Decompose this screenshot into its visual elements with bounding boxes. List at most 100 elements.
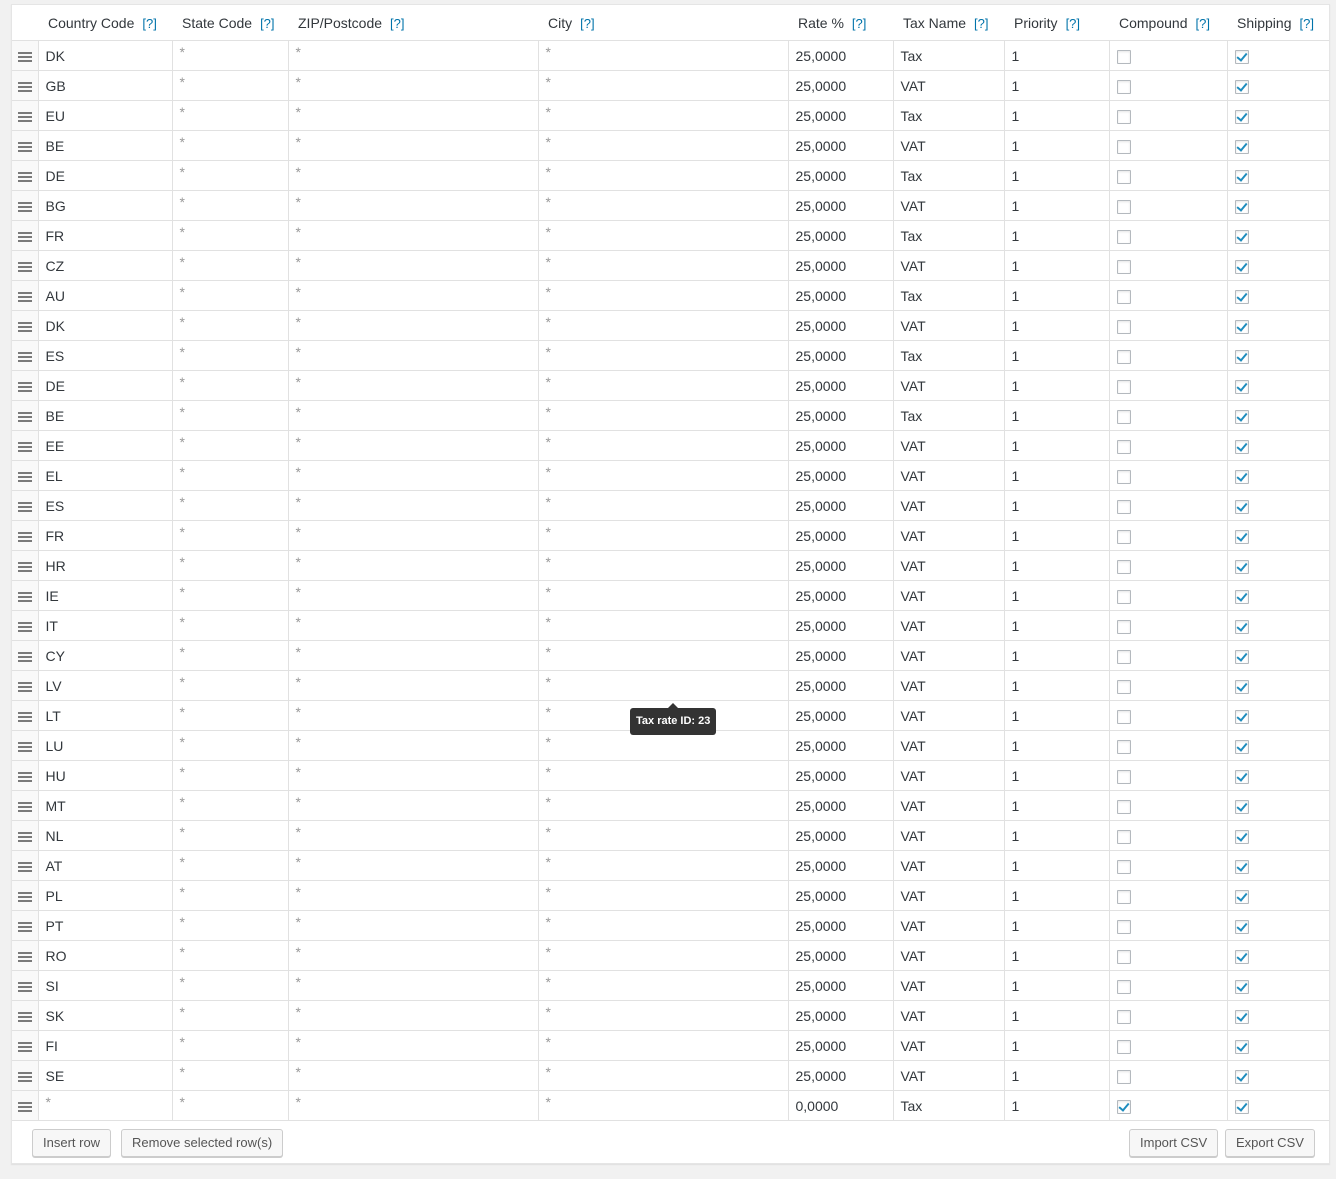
table-row[interactable]: GB * * * 25,0000 VAT 1 [12, 70, 1329, 101]
help-link-state[interactable]: [?] [260, 16, 274, 31]
city-field[interactable]: * [537, 730, 788, 761]
help-link-shipping[interactable]: [?] [1300, 16, 1314, 31]
shipping-checkbox[interactable] [1234, 199, 1249, 214]
country-code-field[interactable]: AU [37, 280, 172, 311]
shipping-checkbox[interactable] [1234, 109, 1249, 124]
shipping-checkbox[interactable] [1234, 529, 1249, 544]
tax-name-field[interactable]: VAT [892, 940, 1004, 971]
compound-checkbox[interactable] [1116, 109, 1131, 124]
rate-field[interactable]: 25,0000 [787, 1060, 893, 1091]
tax-name-field[interactable]: VAT [892, 190, 1004, 221]
tax-name-field[interactable]: VAT [892, 1030, 1004, 1061]
shipping-checkbox[interactable] [1234, 739, 1249, 754]
city-field[interactable]: * [537, 490, 788, 521]
zip-postcode-field[interactable]: * [287, 130, 538, 161]
country-code-field[interactable]: FR [37, 520, 172, 551]
compound-checkbox[interactable] [1116, 439, 1131, 454]
country-code-field[interactable]: LT [37, 700, 172, 731]
country-code-field[interactable]: BE [37, 400, 172, 431]
table-row[interactable]: LV * * * 25,0000 VAT 1 [12, 670, 1329, 701]
shipping-checkbox[interactable] [1234, 829, 1249, 844]
state-code-field[interactable]: * [171, 550, 288, 581]
city-field[interactable]: * [537, 520, 788, 551]
zip-postcode-field[interactable]: * [287, 160, 538, 191]
city-field[interactable]: * [537, 190, 788, 221]
city-field[interactable]: * [537, 970, 788, 1001]
priority-field[interactable]: 1 [1003, 190, 1109, 221]
row-drag-handle[interactable] [12, 460, 38, 491]
zip-postcode-field[interactable]: * [287, 580, 538, 611]
zip-postcode-field[interactable]: * [287, 940, 538, 971]
rate-field[interactable]: 25,0000 [787, 910, 893, 941]
row-drag-handle[interactable] [12, 790, 38, 821]
rate-field[interactable]: 25,0000 [787, 490, 893, 521]
tax-name-field[interactable]: Tax [892, 160, 1004, 191]
priority-field[interactable]: 1 [1003, 850, 1109, 881]
state-code-field[interactable]: * [171, 220, 288, 251]
city-field[interactable]: * [537, 1030, 788, 1061]
state-code-field[interactable]: * [171, 910, 288, 941]
state-code-field[interactable]: * [171, 850, 288, 881]
country-code-field[interactable]: CZ [37, 250, 172, 281]
zip-postcode-field[interactable]: * [287, 790, 538, 821]
shipping-checkbox[interactable] [1234, 439, 1249, 454]
table-row[interactable]: PL * * * 25,0000 VAT 1 [12, 880, 1329, 911]
row-drag-handle[interactable] [12, 700, 38, 731]
priority-field[interactable]: 1 [1003, 40, 1109, 71]
table-row[interactable]: SI * * * 25,0000 VAT 1 [12, 970, 1329, 1001]
compound-checkbox[interactable] [1116, 319, 1131, 334]
state-code-field[interactable]: * [171, 1000, 288, 1031]
rate-field[interactable]: 25,0000 [787, 280, 893, 311]
zip-postcode-field[interactable]: * [287, 970, 538, 1001]
tax-name-field[interactable]: VAT [892, 880, 1004, 911]
rate-field[interactable]: 25,0000 [787, 190, 893, 221]
tax-name-field[interactable]: VAT [892, 790, 1004, 821]
tax-name-field[interactable]: VAT [892, 550, 1004, 581]
shipping-checkbox[interactable] [1234, 139, 1249, 154]
table-row[interactable]: * * * * 0,0000 Tax 1 [12, 1090, 1329, 1121]
priority-field[interactable]: 1 [1003, 790, 1109, 821]
tax-name-field[interactable]: Tax [892, 220, 1004, 251]
rate-field[interactable]: 25,0000 [787, 1030, 893, 1061]
table-row[interactable]: AT * * * 25,0000 VAT 1 [12, 850, 1329, 881]
compound-checkbox[interactable] [1116, 379, 1131, 394]
rate-field[interactable]: 25,0000 [787, 430, 893, 461]
state-code-field[interactable]: * [171, 1090, 288, 1121]
country-code-field[interactable]: ES [37, 490, 172, 521]
country-code-field[interactable]: CY [37, 640, 172, 671]
state-code-field[interactable]: * [171, 940, 288, 971]
city-field[interactable]: * [537, 400, 788, 431]
country-code-field[interactable]: BE [37, 130, 172, 161]
priority-field[interactable]: 1 [1003, 760, 1109, 791]
rate-field[interactable]: 25,0000 [787, 970, 893, 1001]
city-field[interactable]: * [537, 760, 788, 791]
city-field[interactable]: * [537, 40, 788, 71]
city-field[interactable]: * [537, 640, 788, 671]
tax-name-field[interactable]: VAT [892, 490, 1004, 521]
shipping-checkbox[interactable] [1234, 979, 1249, 994]
rate-field[interactable]: 25,0000 [787, 730, 893, 761]
row-drag-handle[interactable] [12, 580, 38, 611]
country-code-field[interactable]: PT [37, 910, 172, 941]
tax-name-field[interactable]: VAT [892, 520, 1004, 551]
import-csv-button[interactable]: Import CSV [1129, 1129, 1219, 1157]
rate-field[interactable]: 25,0000 [787, 130, 893, 161]
rate-field[interactable]: 25,0000 [787, 40, 893, 71]
country-code-field[interactable]: EE [37, 430, 172, 461]
priority-field[interactable]: 1 [1003, 130, 1109, 161]
table-row[interactable]: SE * * * 25,0000 VAT 1 [12, 1060, 1329, 1091]
city-field[interactable]: * [537, 670, 788, 701]
shipping-checkbox[interactable] [1234, 679, 1249, 694]
shipping-checkbox[interactable] [1234, 1009, 1249, 1024]
priority-field[interactable]: 1 [1003, 730, 1109, 761]
compound-checkbox[interactable] [1116, 919, 1131, 934]
rate-field[interactable]: 25,0000 [787, 760, 893, 791]
row-drag-handle[interactable] [12, 760, 38, 791]
compound-checkbox[interactable] [1116, 49, 1131, 64]
zip-postcode-field[interactable]: * [287, 400, 538, 431]
rate-field[interactable]: 25,0000 [787, 1000, 893, 1031]
priority-field[interactable]: 1 [1003, 670, 1109, 701]
row-drag-handle[interactable] [12, 310, 38, 341]
state-code-field[interactable]: * [171, 700, 288, 731]
priority-field[interactable]: 1 [1003, 820, 1109, 851]
